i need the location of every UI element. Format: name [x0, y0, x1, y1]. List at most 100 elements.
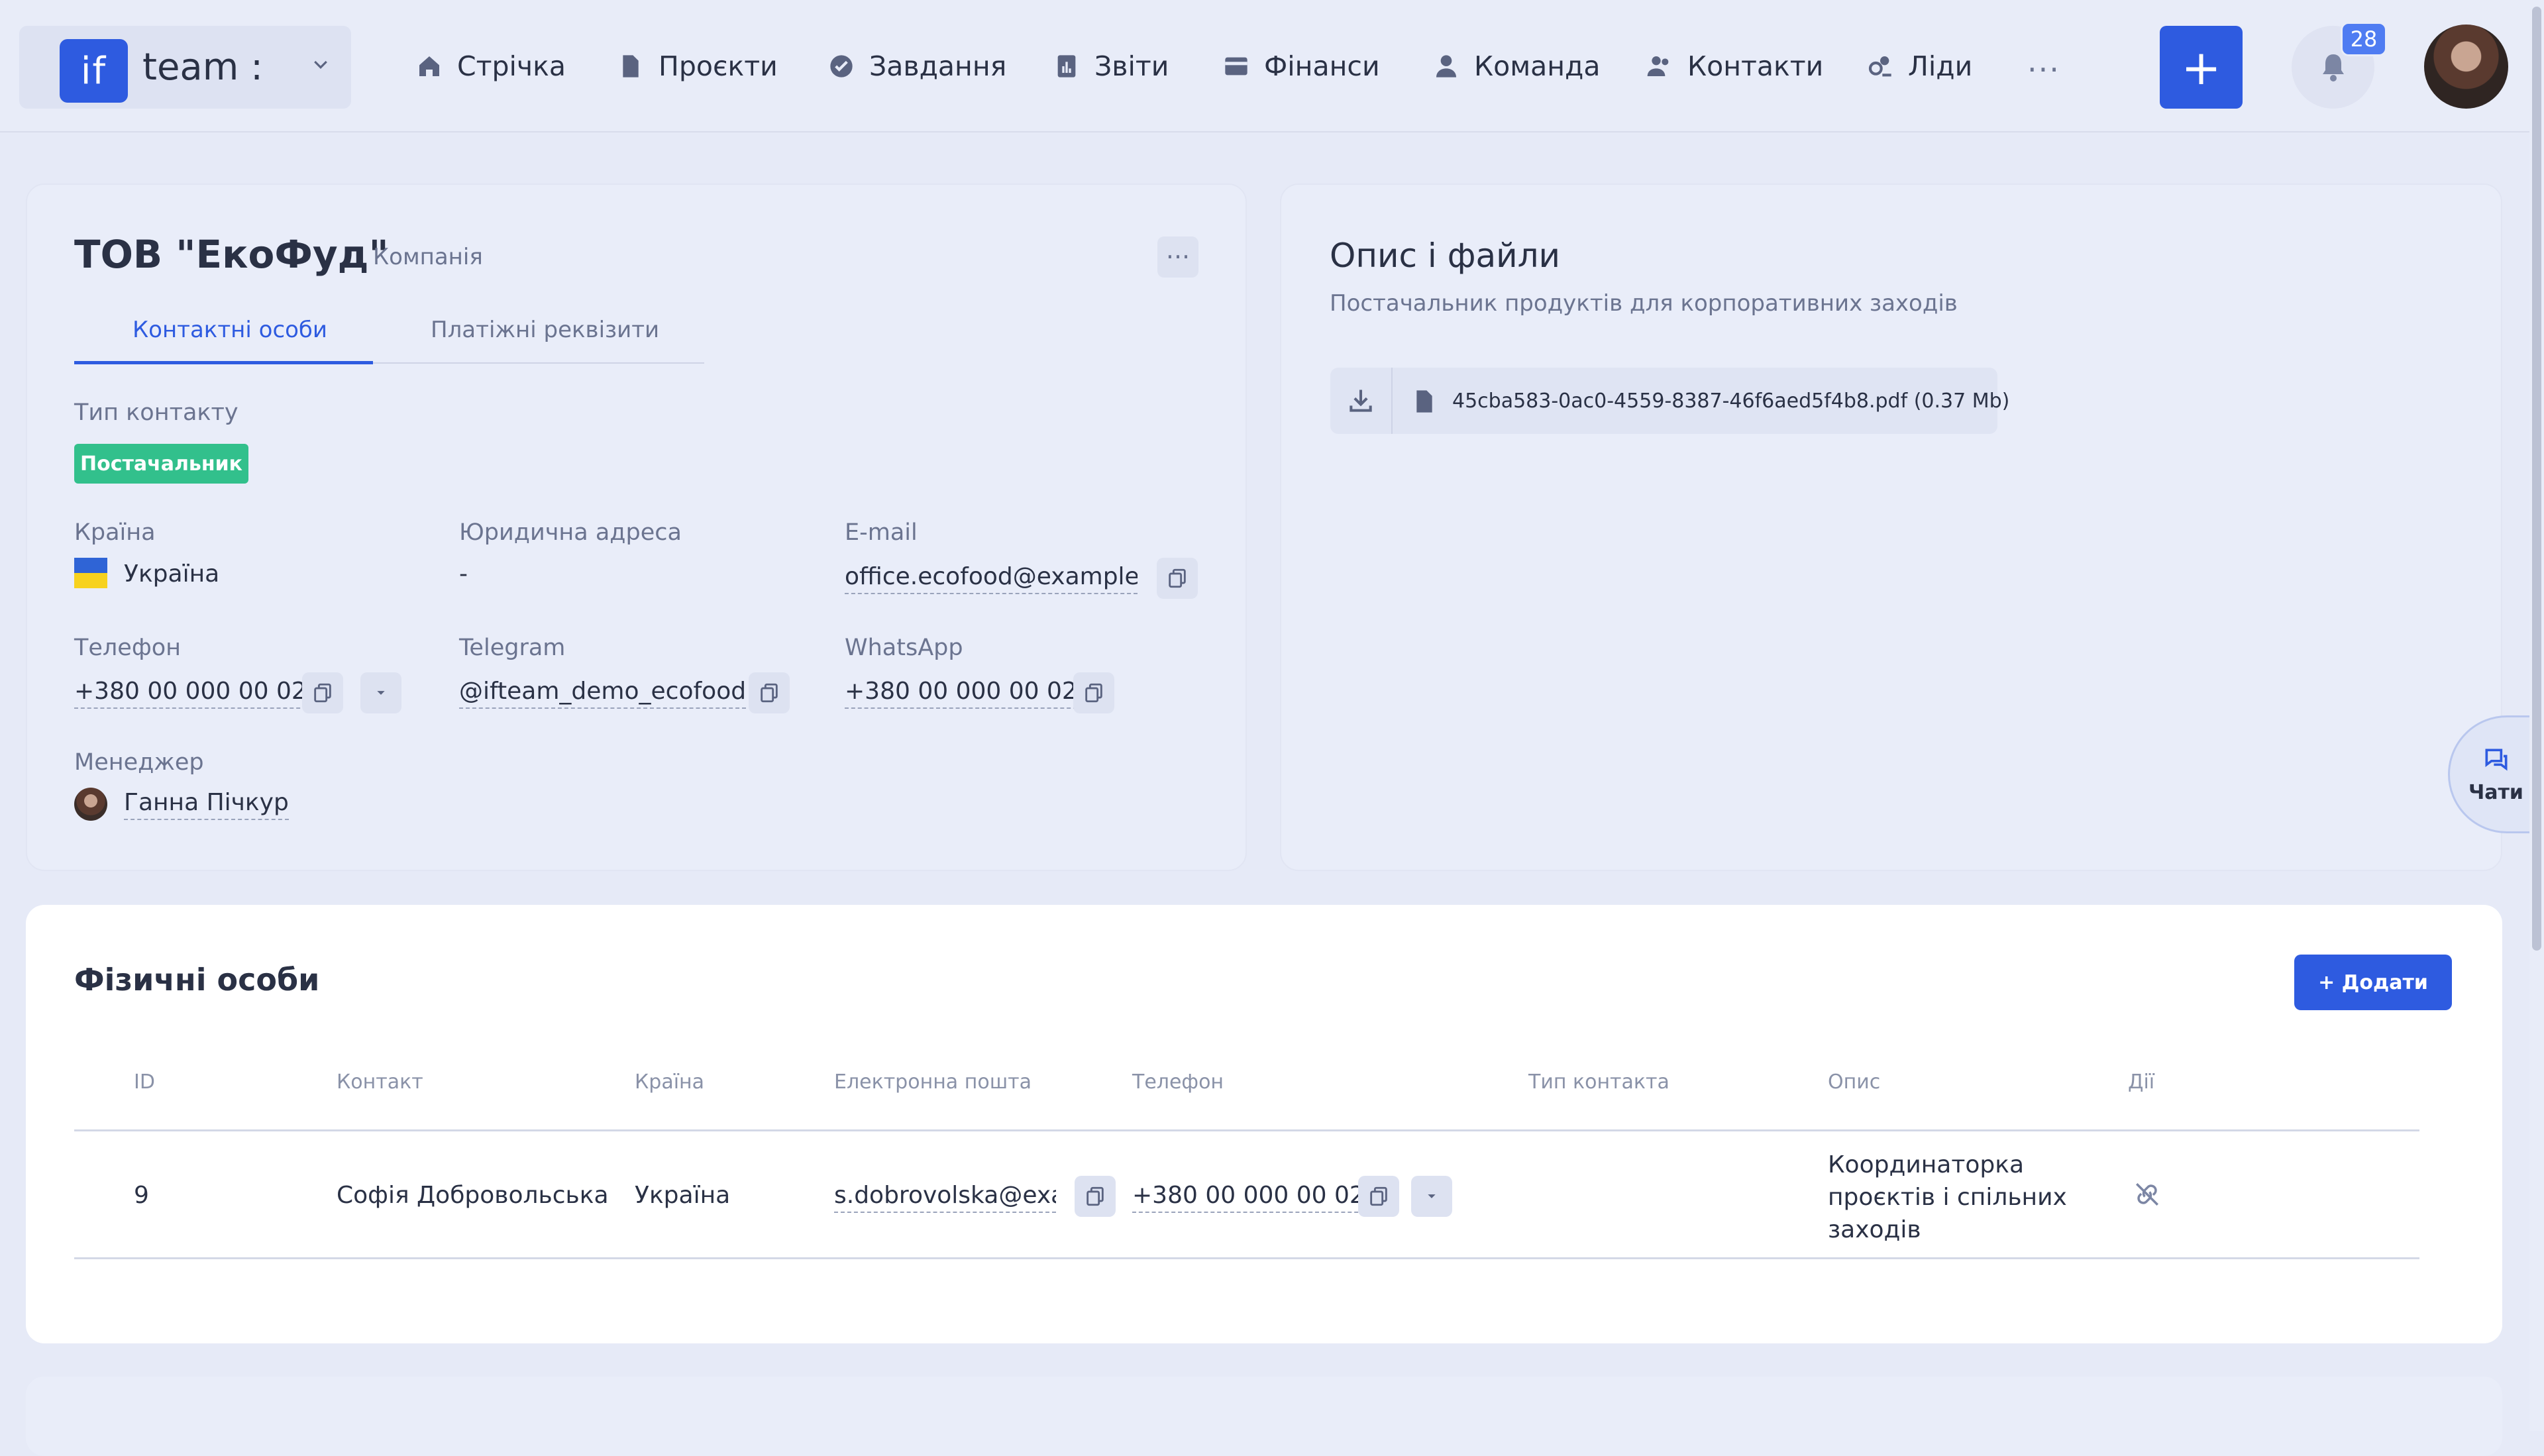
nav-label: Звіти [1094, 50, 1169, 82]
description-line: проєктів і спільних [1828, 1184, 2067, 1211]
nav-more-button[interactable]: ··· [2027, 52, 2060, 87]
brand-name: team : [142, 46, 263, 89]
copy-icon [761, 683, 778, 703]
ukraine-flag-icon [74, 558, 107, 588]
manager-value[interactable]: Ганна Пічкур [124, 789, 289, 820]
company-menu-button[interactable]: ··· [1157, 236, 1198, 278]
copy-icon [1370, 1186, 1387, 1206]
description-title: Опис і файли [1330, 236, 1561, 275]
nav-label: Контакти [1687, 50, 1824, 82]
nav-label: Стрічка [457, 50, 566, 82]
tab-contact-persons[interactable]: Контактні особи [132, 317, 327, 343]
report-icon [1057, 55, 1076, 78]
caret-down-icon [377, 691, 385, 695]
phone-dropdown-button[interactable] [360, 672, 401, 713]
col-actions: Дії [2128, 1070, 2155, 1094]
scrollbar-thumb[interactable] [2532, 7, 2541, 951]
manager-avatar [74, 788, 107, 821]
tab-active-indicator [74, 361, 373, 364]
contacts-icon [1647, 56, 1669, 76]
email-value[interactable]: office.ecofood@example.... [845, 563, 1138, 594]
add-person-button[interactable]: + Додати [2294, 955, 2452, 1010]
bell-icon [2322, 54, 2344, 81]
whatsapp-value[interactable]: +380 00 000 00 02 [845, 678, 1077, 709]
chats-label: Чати [2468, 780, 2523, 804]
tab-payment-details[interactable]: Платіжні реквізити [431, 317, 659, 343]
home-icon [419, 56, 439, 76]
contact-type-label: Тип контакту [74, 399, 238, 426]
manager-label: Менеджер [74, 749, 204, 776]
nav-item-finance[interactable]: Фінанси [1223, 40, 1380, 93]
cell-contact[interactable]: Софія Добровольська [337, 1182, 609, 1209]
nav-label: Завдання [869, 50, 1007, 82]
user-avatar[interactable] [2424, 25, 2508, 109]
phone-value[interactable]: +380 00 000 00 02 [74, 678, 307, 709]
col-description[interactable]: Опис [1828, 1070, 1880, 1094]
document-icon [623, 55, 639, 78]
cell-phone[interactable]: +380 00 000 00 02 [1132, 1182, 1365, 1213]
address-value: - [459, 560, 468, 588]
table-row-divider [74, 1257, 2419, 1259]
col-phone[interactable]: Телефон [1132, 1070, 1224, 1094]
copy-phone-button[interactable] [302, 672, 343, 713]
company-name: ТОВ "ЕкоФуд" [74, 232, 389, 277]
nav-label: Команда [1474, 50, 1601, 82]
telegram-label: Telegram [459, 635, 566, 661]
person-icon [1436, 55, 1456, 78]
description-text: Постачальник продуктів для корпоративних… [1330, 290, 1958, 317]
file-name[interactable]: 45cba583-0ac0-4559-8387-46f6aed5f4b8.pdf… [1452, 390, 2009, 413]
description-line: Координаторка [1828, 1151, 2024, 1178]
persons-card [26, 905, 2502, 1343]
email-label: E-mail [845, 519, 918, 546]
unlink-icon[interactable] [2133, 1180, 2161, 1208]
cell-country: Україна [635, 1182, 731, 1209]
nav-item-reports[interactable]: Звіти [1053, 40, 1169, 93]
cell-description: Координаторка проєктів і спільних заході… [1828, 1149, 2067, 1246]
check-circle-icon [830, 55, 853, 78]
copy-icon [1086, 1186, 1104, 1206]
country-value: Україна [124, 560, 220, 588]
nav-item-contacts[interactable]: Контакти [1646, 40, 1823, 93]
nav-item-feed[interactable]: Стрічка [416, 40, 566, 93]
caret-down-icon [1428, 1194, 1436, 1198]
company-kind: Компанія [373, 244, 483, 270]
persons-title: Фізичні особи [74, 962, 320, 998]
nav-item-tasks[interactable]: Завдання [828, 40, 1006, 93]
col-type[interactable]: Тип контакта [1528, 1070, 1670, 1094]
nav-item-team[interactable]: Команда [1433, 40, 1601, 93]
col-country[interactable]: Країна [635, 1070, 704, 1094]
leads-icon [1868, 56, 1891, 77]
copy-icon [1085, 683, 1102, 703]
col-contact[interactable]: Контакт [337, 1070, 423, 1094]
copy-person-phone-button[interactable] [1358, 1176, 1399, 1217]
copy-person-email-button[interactable] [1075, 1176, 1116, 1217]
phone-label: Телефон [74, 635, 182, 661]
copy-icon [1169, 568, 1186, 588]
wallet-icon [1225, 57, 1247, 76]
cell-id: 9 [134, 1182, 149, 1209]
table-header-divider [74, 1129, 2419, 1131]
telegram-value[interactable]: @ifteam_demo_ecofood [459, 678, 747, 709]
next-section-card [26, 1377, 2502, 1456]
download-file-button[interactable] [1330, 368, 1393, 434]
workspace-switcher[interactable]: if team : [19, 26, 351, 109]
chevron-down-icon [314, 60, 327, 69]
create-button[interactable]: + [2160, 26, 2243, 109]
person-phone-dropdown-button[interactable] [1411, 1176, 1452, 1217]
col-email[interactable]: Електронна пошта [834, 1070, 1032, 1094]
country-label: Країна [74, 519, 156, 546]
cell-email[interactable]: s.dobrovolska@exa... [834, 1182, 1056, 1213]
copy-email-button[interactable] [1157, 558, 1198, 599]
chat-icon [2485, 749, 2507, 770]
file-icon [1416, 390, 1432, 413]
col-id[interactable]: ID [134, 1070, 155, 1094]
nav-item-leads[interactable]: Ліди [1867, 40, 1972, 93]
description-line: заходів [1828, 1216, 1921, 1243]
copy-icon [314, 683, 331, 703]
copy-whatsapp-button[interactable] [1073, 672, 1114, 713]
description-card [1280, 183, 2502, 871]
nav-item-projects[interactable]: Проєкти [617, 40, 778, 93]
copy-telegram-button[interactable] [749, 672, 790, 713]
nav-label: Ліди [1908, 50, 1973, 82]
notifications-count-badge: 28 [2341, 22, 2387, 56]
